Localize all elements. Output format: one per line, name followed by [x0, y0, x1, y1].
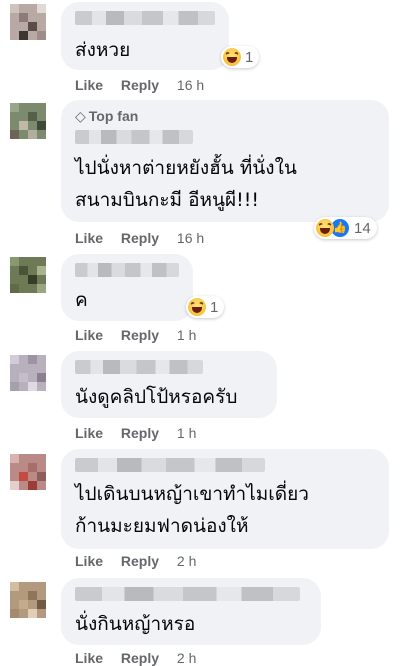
comment-text: นังดูคลิปโป้หรอครับ — [75, 386, 238, 408]
reply-button[interactable]: Reply — [121, 425, 159, 441]
reply-button[interactable]: Reply — [121, 553, 159, 569]
reply-button[interactable]: Reply — [121, 230, 159, 246]
like-button[interactable]: Like — [75, 230, 103, 246]
timestamp[interactable]: 2 h — [177, 650, 196, 666]
avatar[interactable] — [10, 4, 46, 40]
comment-bubble: นั่งกินหญ้าหรอ — [61, 578, 321, 645]
comment-text-line: ไปเดินบนหญ้าเขาทำไมเดี่ยว — [75, 483, 309, 505]
reaction-count: 1 — [245, 48, 254, 66]
avatar[interactable] — [10, 257, 46, 293]
comment-text-line: ไปนั่งหาต่ายหยังฮั้น ที่นั่งใน — [75, 157, 297, 179]
like-button[interactable]: Like — [75, 327, 103, 343]
author-name[interactable] — [75, 11, 215, 25]
haha-icon — [188, 298, 206, 316]
comment-bubble: ส่งหวย — [61, 2, 229, 70]
reply-button[interactable]: Reply — [121, 77, 159, 93]
comment-bubble: นังดูคลิปโป้หรอครับ — [61, 351, 277, 418]
reaction-summary[interactable]: 1 — [221, 46, 260, 68]
comment-actions: Like Reply 16 h — [75, 230, 204, 246]
top-fan-label: Top fan — [88, 108, 139, 124]
comment-text: ส่งหวย — [75, 39, 131, 61]
avatar[interactable] — [10, 355, 46, 391]
comment-text: นั่งกินหญ้าหรอ — [75, 613, 196, 635]
timestamp[interactable]: 2 h — [177, 553, 196, 569]
reaction-count: 14 — [354, 219, 371, 237]
reaction-count: 1 — [210, 298, 219, 316]
comment-actions: Like Reply 1 h — [75, 425, 196, 441]
timestamp[interactable]: 16 h — [177, 77, 204, 93]
author-name[interactable] — [75, 263, 179, 277]
haha-icon — [223, 48, 241, 66]
comment-actions: Like Reply 16 h — [75, 77, 204, 93]
diamond-icon: ◇ — [75, 108, 86, 124]
top-fan-badge: ◇ Top fan — [75, 108, 138, 125]
reaction-summary[interactable]: 1 — [186, 296, 225, 318]
comment-actions: Like Reply 1 h — [75, 327, 196, 343]
comment-text: ค — [75, 289, 88, 311]
like-button[interactable]: Like — [75, 425, 103, 441]
comment-bubble: ไปเดินบนหญ้าเขาทำไมเดี่ยว ก้านมะยมฟาดน่อ… — [61, 449, 389, 549]
haha-icon — [316, 219, 334, 237]
author-name[interactable] — [75, 458, 265, 472]
comment-bubble: ค — [61, 254, 193, 321]
comment-actions: Like Reply 2 h — [75, 650, 196, 666]
comment-text-line: สนามบินกะมี อีหนูผี!!! — [75, 189, 260, 211]
comment-text-line: ก้านมะยมฟาดน่องให้ — [75, 515, 249, 537]
timestamp[interactable]: 16 h — [177, 230, 204, 246]
reply-button[interactable]: Reply — [121, 650, 159, 666]
reply-button[interactable]: Reply — [121, 327, 159, 343]
comment-actions: Like Reply 2 h — [75, 553, 196, 569]
reaction-summary[interactable]: 👍 14 — [314, 217, 377, 239]
avatar[interactable] — [10, 582, 46, 618]
comment-bubble: ◇ Top fan ไปนั่งหาต่ายหยังฮั้น ที่นั่งใน … — [61, 100, 389, 222]
avatar[interactable] — [10, 454, 46, 490]
author-name[interactable] — [75, 587, 300, 601]
like-button[interactable]: Like — [75, 553, 103, 569]
like-button[interactable]: Like — [75, 77, 103, 93]
author-name[interactable] — [75, 360, 203, 374]
avatar[interactable] — [10, 103, 46, 139]
author-name[interactable] — [75, 130, 193, 144]
timestamp[interactable]: 1 h — [177, 425, 196, 441]
like-button[interactable]: Like — [75, 650, 103, 666]
timestamp[interactable]: 1 h — [177, 327, 196, 343]
